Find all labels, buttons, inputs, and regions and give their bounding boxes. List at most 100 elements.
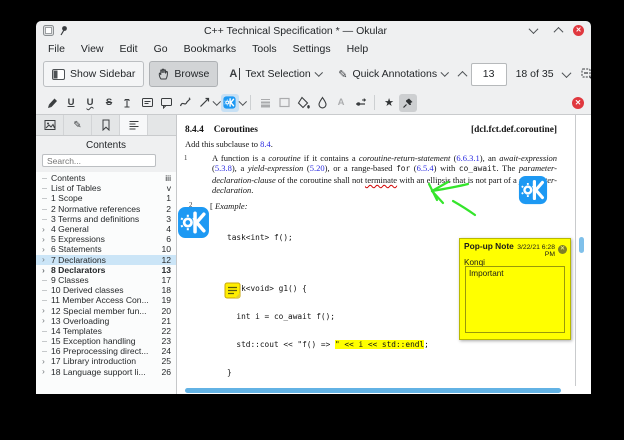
tab-thumbnails[interactable] (36, 115, 64, 135)
popup-note[interactable]: Pop-up Note 3/22/21 6:28 PM ✕ Konqi Impo… (459, 238, 571, 340)
toc-item[interactable]: 11 Member Access Con... 19 (36, 295, 176, 305)
section-heading: 8.4.4 Coroutines [dcl.fct.def.coroutine] (177, 115, 569, 135)
strikeout-tool[interactable]: S (100, 94, 118, 112)
menu-bookmarks[interactable]: Bookmarks (176, 42, 245, 56)
toc-item[interactable]: 2 Normative references 2 (36, 204, 176, 214)
freehand-ink-tool[interactable] (176, 94, 194, 112)
favorites-tool[interactable]: ★ (380, 94, 398, 112)
cross-reference-link[interactable]: 5.20 (310, 163, 325, 173)
tab-contents[interactable] (120, 115, 148, 135)
vertical-scrollbar-thumb[interactable] (579, 237, 584, 253)
opacity-tool[interactable] (313, 94, 331, 112)
toc-label: List of Tables (51, 183, 102, 194)
chevron-down-icon[interactable] (238, 97, 247, 105)
search-input[interactable] (42, 154, 156, 167)
slider-icon (355, 98, 366, 106)
expand-arrow-icon[interactable]: › (42, 255, 51, 264)
popup-note-body[interactable]: Important (465, 266, 565, 333)
popup-note-icon (160, 98, 172, 109)
green-ink-arrow-annotation[interactable] (422, 174, 484, 220)
show-sidebar-button[interactable]: Show Sidebar (43, 61, 145, 87)
expand-arrow-icon[interactable]: › (42, 357, 51, 366)
zoom-out-button[interactable]: Zoom Out (575, 62, 591, 86)
document-view[interactable]: 8.4.4 Coroutines [dcl.fct.def.coroutine] … (177, 115, 591, 394)
toc-item[interactable]: 1 Scope 1 (36, 193, 176, 203)
fill-color-tool[interactable] (294, 94, 312, 112)
toc-item[interactable]: › 6 Statements 10 (36, 244, 176, 254)
content-area: ✎ Contents Contents iii List of Tables v 1… (36, 115, 591, 394)
cross-reference-link[interactable]: 6.5.4 (417, 163, 434, 173)
kde-logo-stamp[interactable] (177, 206, 210, 239)
squiggly-annotation[interactable]: terminate (365, 175, 397, 185)
browse-button[interactable]: Browse (149, 61, 219, 87)
menu-go[interactable]: Go (146, 42, 176, 56)
menu-settings[interactable]: Settings (285, 42, 339, 56)
menu-bar: File View Edit Go Bookmarks Tools Settin… (36, 40, 591, 57)
toc-item[interactable]: 15 Exception handling 23 (36, 336, 176, 346)
toc-item[interactable]: List of Tables v (36, 183, 176, 193)
menu-edit[interactable]: Edit (112, 42, 146, 56)
toc-item[interactable]: › 4 General 4 (36, 224, 176, 234)
squiggle-tool[interactable]: U (81, 94, 99, 112)
popup-note-close-icon[interactable]: ✕ (558, 245, 567, 254)
advanced-settings-tool[interactable] (351, 94, 369, 112)
expand-arrow-icon[interactable]: › (42, 367, 51, 376)
toc-item-selected[interactable]: › 7 Declarations 12 (36, 254, 176, 265)
font-tool: A (332, 94, 350, 112)
close-annotation-toolbar-button[interactable]: ✕ (572, 96, 584, 109)
expand-arrow-icon[interactable]: › (42, 245, 51, 254)
inline-note-tool[interactable] (138, 94, 156, 112)
toc-item[interactable]: › 5 Expressions 6 (36, 234, 176, 244)
toc-item[interactable]: › 17 Library introduction 25 (36, 356, 176, 366)
toc-item[interactable]: 14 Templates 22 (36, 326, 176, 336)
horizontal-scrollbar-thumb[interactable] (185, 388, 561, 393)
highlighter-tool[interactable] (43, 94, 61, 112)
toc-item-current[interactable]: › 8 Declarators 13 (36, 265, 176, 275)
section-link[interactable]: 8.4 (260, 139, 271, 149)
next-page-button[interactable] (561, 64, 571, 84)
minimize-button[interactable] (523, 21, 543, 41)
popup-note-tool[interactable] (157, 94, 175, 112)
toc-item[interactable]: 10 Derived classes 18 (36, 285, 176, 295)
expand-arrow-icon[interactable]: › (42, 235, 51, 244)
quick-annotations-button[interactable]: ✎ Quick Annotations (332, 62, 453, 86)
font-icon: A (337, 96, 345, 108)
kde-logo-stamp[interactable] (518, 175, 548, 205)
line-width-tool (256, 94, 274, 112)
toc-item[interactable]: › 18 Language support li... 26 (36, 367, 176, 377)
expand-arrow-icon[interactable]: › (42, 266, 51, 275)
menu-view[interactable]: View (73, 42, 112, 56)
previous-page-button[interactable] (457, 64, 468, 84)
close-button[interactable]: ✕ (573, 25, 584, 36)
text-run: ), a (231, 163, 248, 174)
toc-item[interactable]: 16 Preprocessing direct... 24 (36, 346, 176, 356)
toc-item[interactable]: 9 Classes 17 (36, 275, 176, 285)
typewriter-tool[interactable] (119, 94, 137, 112)
highlight-annotation[interactable]: " << i << std::endl (334, 339, 425, 349)
tab-annotations[interactable]: ✎ (64, 115, 92, 135)
okular-app-icon (43, 25, 54, 36)
text-selection-button[interactable]: A Text Selection (223, 62, 327, 86)
stamp-tool[interactable] (220, 93, 239, 112)
underline-tool[interactable]: U (62, 94, 80, 112)
menu-help[interactable]: Help (339, 42, 377, 56)
toc-item[interactable]: 3 Terms and definitions 3 (36, 214, 176, 224)
line-arrow-tool[interactable] (195, 94, 213, 112)
menu-tools[interactable]: Tools (244, 42, 285, 56)
expand-arrow-icon[interactable]: › (42, 316, 51, 325)
cross-reference-link[interactable]: 5.3.8 (215, 163, 232, 173)
maximize-button[interactable] (548, 21, 568, 41)
chevron-down-icon[interactable] (212, 97, 221, 105)
toc-item[interactable]: › 12 Special member fun... 20 (36, 305, 176, 316)
page-number-input[interactable] (470, 62, 507, 86)
term: await-expression (499, 153, 558, 163)
expand-arrow-icon[interactable]: › (42, 225, 51, 234)
pin-toolbar-button[interactable] (399, 93, 417, 112)
toc-item[interactable]: Contents iii (36, 173, 176, 183)
expand-arrow-icon[interactable]: › (42, 306, 51, 315)
tab-bookmarks[interactable] (92, 115, 120, 135)
cross-reference-link[interactable]: 6.6.3.1 (456, 153, 479, 163)
note-annotation-icon[interactable] (224, 282, 241, 299)
menu-file[interactable]: File (40, 42, 73, 56)
toc-item[interactable]: › 13 Overloading 21 (36, 316, 176, 326)
